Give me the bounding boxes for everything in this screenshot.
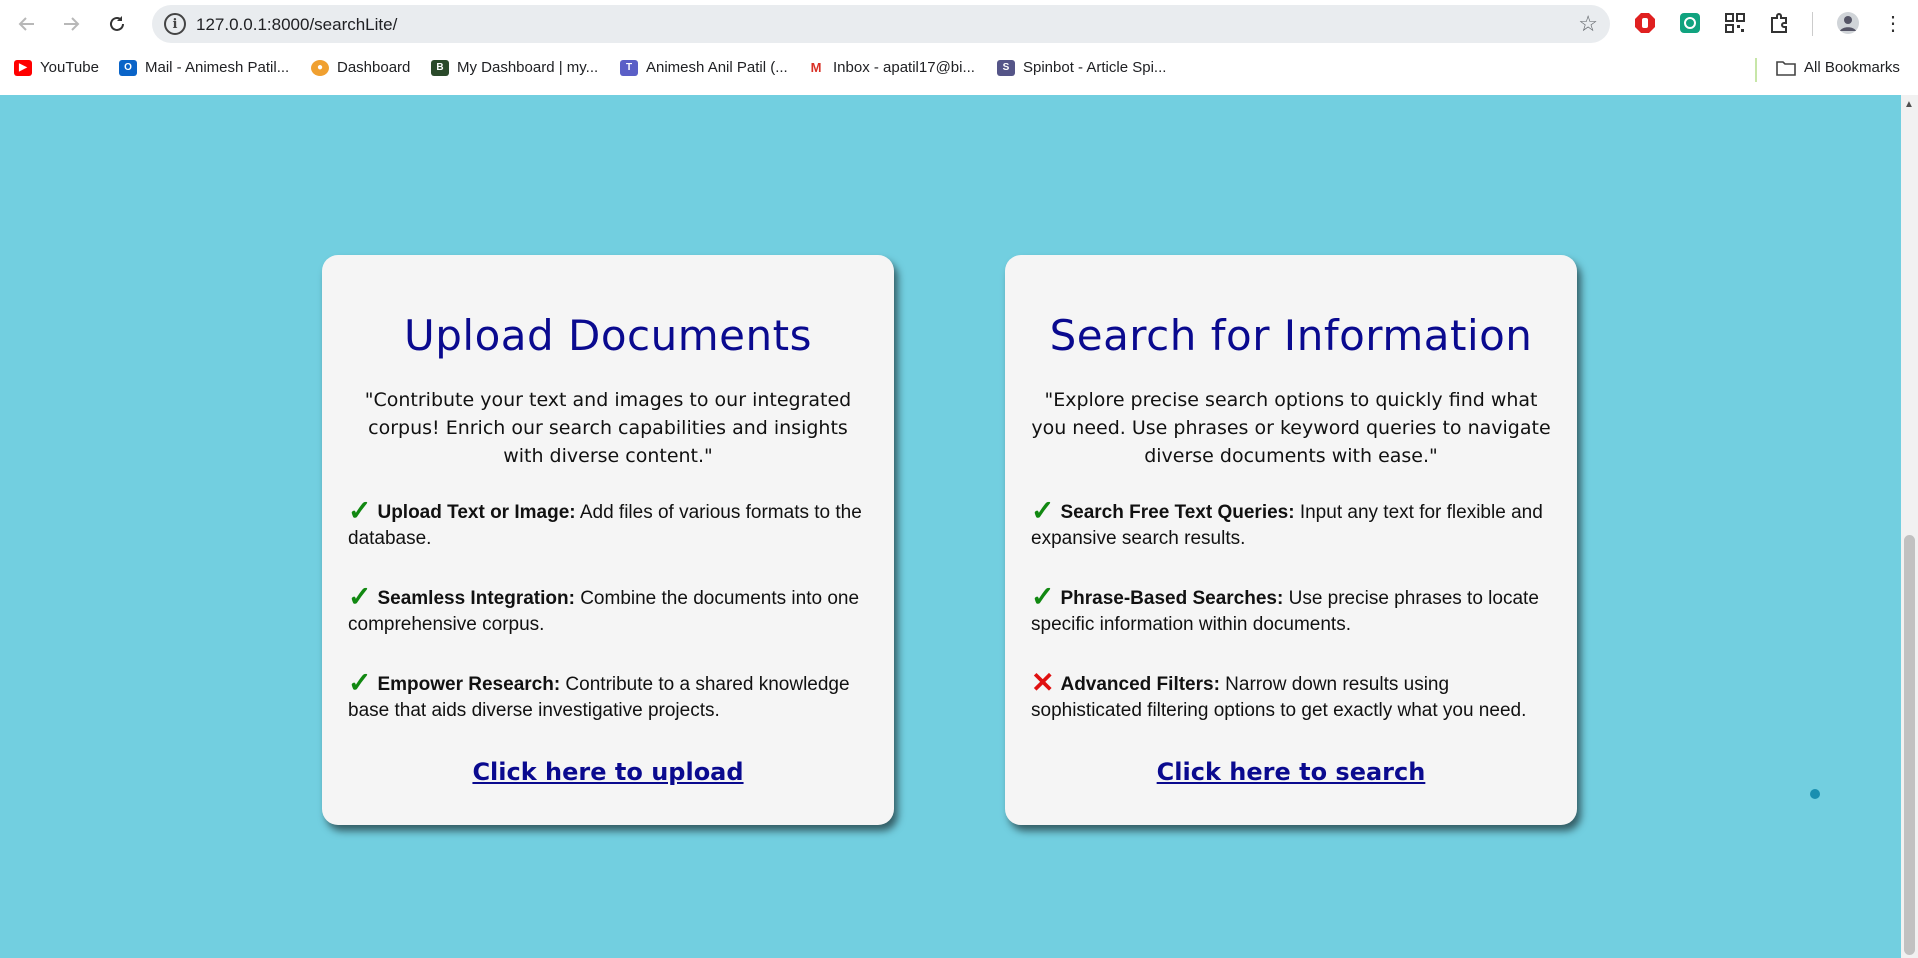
scroll-up-arrow-icon[interactable]: ▲ [1904,99,1914,110]
search-feature-2: ✓ Phrase-Based Searches: Use precise phra… [1031,581,1551,638]
search-card: Search for Information "Explore precise … [1005,255,1577,825]
feature-title: Upload Text or Image: [377,502,576,523]
page-scrollbar[interactable]: ▲ [1901,95,1918,958]
search-card-title: Search for Information [1049,311,1533,360]
upload-card-title: Upload Documents [404,311,812,360]
site-info-icon[interactable]: i [164,13,186,35]
blackboard-icon: B [431,59,449,76]
feature-title: Seamless Integration: [377,588,575,609]
search-link[interactable]: Click here to search [1031,758,1551,786]
forward-button[interactable] [57,10,85,38]
upload-link[interactable]: Click here to upload [348,758,868,786]
bookmark-star-icon[interactable]: ☆ [1578,11,1598,37]
forward-arrow-icon [64,17,80,31]
upload-card: Upload Documents "Contribute your text a… [322,255,894,825]
adblock-extension-icon[interactable] [1632,10,1658,36]
feature-title: Empower Research: [377,674,561,695]
all-bookmarks-label: All Bookmarks [1804,59,1900,76]
feature-title: Advanced Filters: [1060,674,1220,695]
extensions-puzzle-icon[interactable] [1767,10,1793,36]
gmail-icon: M [807,59,825,76]
bookmarks-divider [1755,58,1757,82]
bookmark-teams[interactable]: T Animesh Anil Patil (... [620,59,788,76]
bookmarks-bar: ▶ YouTube O Mail - Animesh Patil... ● Da… [0,52,1918,86]
decorative-dot [1810,789,1820,799]
feature-title: Phrase-Based Searches: [1060,588,1284,609]
upload-feature-2: ✓ Seamless Integration: Combine the docum… [348,581,868,638]
browser-menu-icon[interactable]: ⋮ [1880,10,1906,36]
folder-icon [1776,60,1796,76]
checkmark-icon: ✓ [348,667,372,698]
bookmark-label: Spinbot - Article Spi... [1023,59,1167,76]
back-arrow-icon [18,17,34,31]
upload-feature-1: ✓ Upload Text or Image: Add files of vari… [348,495,868,552]
chatgpt-extension-icon[interactable] [1677,10,1703,36]
url-text[interactable]: 127.0.0.1:8000/searchLite/ [196,15,397,35]
bookmark-my-dashboard[interactable]: B My Dashboard | my... [431,59,598,76]
bookmark-dashboard[interactable]: ● Dashboard [311,59,410,76]
address-bar[interactable]: i 127.0.0.1:8000/searchLite/ ☆ [152,5,1610,43]
checkmark-icon: ✓ [348,581,372,612]
checkmark-icon: ✓ [1031,495,1055,526]
upload-feature-3: ✓ Empower Research: Contribute to a share… [348,667,868,724]
bookmark-mail[interactable]: O Mail - Animesh Patil... [119,59,289,76]
all-bookmarks-button[interactable]: All Bookmarks [1776,59,1900,76]
qr-code-icon[interactable] [1722,10,1748,36]
checkmark-icon: ✓ [348,495,372,526]
checkmark-icon: ✓ [1031,581,1055,612]
scroll-thumb[interactable] [1904,535,1915,955]
reload-icon [110,16,124,31]
spinbot-icon: S [997,59,1015,76]
profile-avatar[interactable] [1835,10,1861,36]
dashboard-icon: ● [311,59,329,76]
bookmark-label: YouTube [40,59,99,76]
bookmark-spinbot[interactable]: S Spinbot - Article Spi... [997,59,1166,76]
bookmark-label: Mail - Animesh Patil... [145,59,290,76]
bookmark-gmail[interactable]: M Inbox - apatil17@bi... [807,59,975,76]
reload-button[interactable] [103,10,131,38]
search-card-quote: "Explore precise search options to quick… [1031,389,1551,467]
outlook-icon: O [119,59,137,76]
cross-icon: ✕ [1031,667,1055,698]
search-feature-3: ✕ Advanced Filters: Narrow down results u… [1031,667,1551,724]
bookmark-label: My Dashboard | my... [457,59,599,76]
bookmark-label: Animesh Anil Patil (... [646,59,788,76]
teams-icon: T [620,59,638,76]
bookmark-youtube[interactable]: ▶ YouTube [14,59,99,76]
bookmark-label: Dashboard [337,59,411,76]
browser-chrome: i 127.0.0.1:8000/searchLite/ ☆ ⋮ ▶ YouTu… [0,0,1918,95]
bookmark-label: Inbox - apatil17@bi... [833,59,975,76]
feature-title: Search Free Text Queries: [1060,502,1295,523]
back-button[interactable] [13,10,41,38]
upload-card-quote: "Contribute your text and images to our … [364,389,852,467]
search-feature-1: ✓ Search Free Text Queries: Input any tex… [1031,495,1551,552]
toolbar-divider [1812,12,1813,36]
youtube-icon: ▶ [14,59,32,76]
